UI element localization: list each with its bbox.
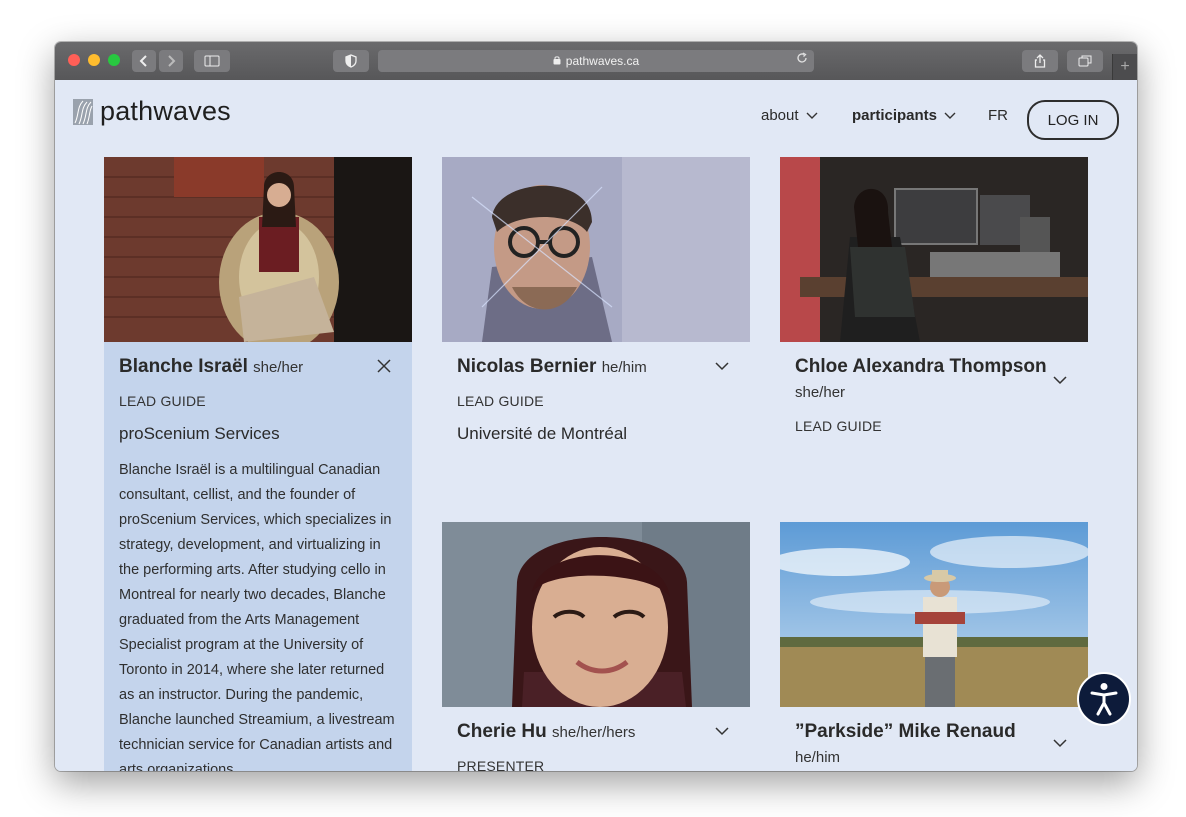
browser-window: pathwaves.ca + pathwaves about participa… bbox=[55, 42, 1137, 771]
participant-name: Blanche Israël she/her bbox=[119, 354, 372, 380]
participant-header: Chloe Alexandra Thompson she/her bbox=[780, 342, 1088, 405]
nav-about[interactable]: about bbox=[761, 107, 818, 124]
participant-card[interactable]: ”Parkside” Mike Renaud he/him bbox=[780, 522, 1088, 770]
share-icon bbox=[1034, 54, 1046, 68]
zoom-window-button[interactable] bbox=[108, 54, 120, 66]
participant-pronouns: she/her bbox=[795, 384, 846, 401]
chevron-down-icon[interactable] bbox=[714, 358, 730, 374]
participant-card: Blanche Israël she/her LEAD GUIDE proSce… bbox=[104, 157, 412, 771]
participant-photo bbox=[780, 522, 1088, 707]
privacy-shield-button[interactable] bbox=[333, 50, 369, 72]
participant-name-text: Blanche Israël bbox=[119, 356, 248, 377]
participant-pronouns: he/him bbox=[601, 359, 647, 376]
participant-card[interactable]: Chloe Alexandra Thompson she/her LEAD GU… bbox=[780, 157, 1088, 434]
shield-icon bbox=[345, 54, 357, 68]
login-button[interactable]: LOG IN bbox=[1027, 100, 1119, 140]
participant-bio: Blanche Israël is a multilingual Canadia… bbox=[119, 462, 395, 771]
participant-name-text: Chloe Alexandra Thompson bbox=[795, 356, 1047, 377]
sidebar-toggle-button[interactable] bbox=[194, 50, 230, 72]
participant-photo bbox=[442, 522, 750, 707]
participant-header: Blanche Israël she/her bbox=[104, 342, 412, 380]
participant-header: ”Parkside” Mike Renaud he/him bbox=[780, 707, 1088, 770]
web-page: pathwaves about participants FR LOG IN B… bbox=[55, 80, 1137, 771]
participant-header: Cherie Hu she/her/hers bbox=[442, 707, 750, 745]
participant-pronouns: she/her/hers bbox=[552, 724, 636, 741]
nav-participants[interactable]: participants bbox=[852, 107, 956, 124]
participant-pronouns: she/her bbox=[253, 359, 304, 376]
participant-role: PRESENTER bbox=[457, 758, 545, 771]
chevron-down-icon[interactable] bbox=[714, 723, 730, 739]
participant-name-text: ”Parkside” Mike Renaud bbox=[795, 721, 1016, 742]
address-bar[interactable]: pathwaves.ca bbox=[378, 50, 814, 72]
participant-name-text: Nicolas Bernier bbox=[457, 356, 597, 377]
chevron-down-icon[interactable] bbox=[1052, 372, 1068, 388]
back-button[interactable] bbox=[132, 50, 156, 72]
sidebar-icon bbox=[204, 55, 220, 67]
participant-header: Nicolas Bernier he/him bbox=[442, 342, 750, 380]
participant-role: LEAD GUIDE bbox=[795, 418, 882, 434]
language-label: FR bbox=[988, 107, 1008, 124]
chevron-down-icon[interactable] bbox=[1052, 735, 1068, 751]
participant-card[interactable]: Nicolas Bernier he/him LEAD GUIDE Univer… bbox=[442, 157, 750, 444]
participant-role: LEAD GUIDE bbox=[119, 393, 206, 409]
forward-button[interactable] bbox=[159, 50, 183, 72]
tabs-overview-button[interactable] bbox=[1067, 50, 1103, 72]
participant-photo bbox=[780, 157, 1088, 342]
participant-card[interactable]: Cherie Hu she/her/hers PRESENTER bbox=[442, 522, 750, 771]
new-tab-button[interactable]: + bbox=[1112, 54, 1137, 80]
close-window-button[interactable] bbox=[68, 54, 80, 66]
participant-organization: proScenium Services bbox=[119, 424, 280, 443]
participant-name: Nicolas Bernier he/him bbox=[457, 354, 710, 380]
chevron-down-icon bbox=[806, 112, 818, 119]
nav-participants-label: participants bbox=[852, 107, 938, 124]
tabs-icon bbox=[1078, 55, 1092, 67]
close-icon[interactable] bbox=[376, 358, 392, 374]
participant-role: LEAD GUIDE bbox=[457, 393, 544, 409]
logo-text: pathwaves bbox=[100, 96, 231, 126]
accessibility-icon bbox=[1090, 683, 1118, 716]
plus-icon: + bbox=[1120, 58, 1130, 75]
site-logo[interactable]: pathwaves bbox=[73, 96, 231, 127]
participant-photo bbox=[104, 157, 412, 342]
login-label: LOG IN bbox=[1047, 111, 1099, 129]
participant-name: Chloe Alexandra Thompson she/her bbox=[795, 354, 1048, 405]
accessibility-button[interactable] bbox=[1077, 672, 1131, 726]
minimize-window-button[interactable] bbox=[88, 54, 100, 66]
lock-icon bbox=[553, 55, 561, 68]
participant-name: Cherie Hu she/her/hers bbox=[457, 719, 710, 745]
nav-about-label: about bbox=[761, 107, 799, 124]
url-text: pathwaves.ca bbox=[565, 54, 640, 68]
participant-organization: Université de Montréal bbox=[457, 424, 628, 443]
participant-photo bbox=[442, 157, 750, 342]
pathwaves-logo-icon bbox=[73, 98, 93, 125]
chevron-left-icon bbox=[139, 55, 147, 67]
chevron-right-icon bbox=[168, 55, 176, 67]
browser-toolbar: pathwaves.ca + bbox=[55, 42, 1137, 81]
reload-icon[interactable] bbox=[796, 52, 808, 67]
language-toggle[interactable]: FR bbox=[988, 107, 1008, 124]
participant-name-text: Cherie Hu bbox=[457, 721, 547, 742]
participant-pronouns: he/him bbox=[795, 749, 841, 766]
share-button[interactable] bbox=[1022, 50, 1058, 72]
chevron-down-icon bbox=[944, 112, 956, 119]
participant-name: ”Parkside” Mike Renaud he/him bbox=[795, 719, 1048, 770]
